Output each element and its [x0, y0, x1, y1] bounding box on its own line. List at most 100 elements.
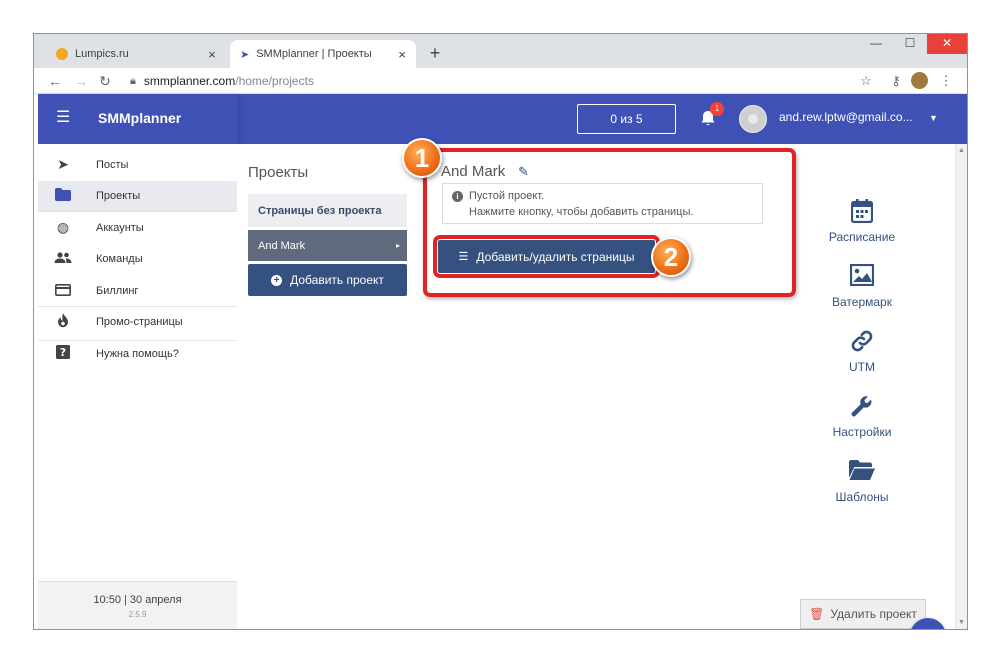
user-avatar[interactable]	[739, 105, 767, 133]
link-icon	[822, 329, 902, 355]
smmplanner-favicon-icon: ➤	[240, 48, 250, 61]
user-email[interactable]: and.rew.lptw@gmail.co...	[779, 110, 913, 124]
sidebar-nav: ➤ Посты Проекты ◍ Аккаунты Команды Билли…	[38, 149, 237, 370]
app-top-bar: 0 из 5 1 and.rew.lptw@gmail.co... ▼	[237, 94, 967, 144]
project-item-label: And Mark	[258, 239, 306, 252]
page-scrollbar[interactable]: ▲ ▼	[955, 144, 967, 629]
sidebar-item-posts[interactable]: ➤ Посты	[38, 149, 237, 181]
url-host: smmplanner.com	[143, 74, 236, 88]
tool-settings[interactable]: Настройки	[822, 394, 902, 439]
menu-dots-icon[interactable]: ⋮	[937, 72, 955, 90]
sidebar-item-billing[interactable]: Биллинг	[38, 275, 237, 307]
credit-card-icon	[54, 283, 72, 299]
tool-label: Ватермарк	[832, 295, 892, 309]
lock-icon: 🔒︎	[130, 75, 136, 87]
sidebar-item-label: Биллинг	[96, 284, 139, 297]
browser-window: Lumpics.ru × ➤ SMMplanner | Проекты × + …	[34, 34, 967, 629]
folder-open-icon	[822, 459, 902, 485]
brand-logo-text: SMMplanner	[98, 110, 182, 126]
wrench-icon	[822, 394, 902, 420]
forward-arrow-icon[interactable]: →	[72, 72, 90, 90]
tool-watermark[interactable]: Ватермарк	[822, 263, 902, 309]
delete-project-label: Удалить проект	[830, 607, 917, 621]
divider	[38, 306, 237, 307]
team-icon	[54, 251, 72, 267]
tool-schedule[interactable]: Расписание	[822, 199, 902, 244]
sidebar-item-label: Проекты	[96, 190, 141, 203]
sidebar-item-help[interactable]: ? Нужна помощь?	[38, 338, 237, 370]
sidebar-item-promo[interactable]: Промо-страницы	[38, 307, 237, 339]
tab-title: SMMplanner | Проекты	[256, 48, 372, 60]
tool-label: UTM	[849, 360, 875, 374]
tool-label: Расписание	[828, 230, 896, 244]
projects-title: Проекты	[248, 164, 309, 181]
highlight-frame-button	[433, 235, 660, 278]
image-icon	[822, 263, 902, 290]
minimize-button[interactable]: —	[859, 34, 893, 54]
callout-step-1: 1	[402, 138, 442, 178]
pages-without-project-item[interactable]: Страницы без проекта	[248, 194, 407, 227]
project-list-item[interactable]: And Mark ▸	[248, 230, 407, 261]
smmplanner-app: 0 из 5 1 and.rew.lptw@gmail.co... ▼ ☰ SM…	[34, 94, 967, 629]
brand-bar: ☰ SMMplanner	[38, 94, 237, 144]
main-content: Проекты Страницы без проекта And Mark ▸ …	[237, 138, 955, 629]
tab-title: Lumpics.ru	[75, 48, 129, 60]
close-window-button[interactable]: ✕	[927, 34, 967, 54]
key-icon[interactable]: ⚷	[887, 72, 905, 90]
chevron-down-icon[interactable]: ▼	[929, 113, 938, 123]
paper-plane-icon: ➤	[57, 156, 69, 173]
add-project-button[interactable]: + Добавить проект	[248, 264, 407, 296]
tab-strip: Lumpics.ru × ➤ SMMplanner | Проекты × + …	[34, 34, 967, 68]
delete-project-button[interactable]: 🗑︎ Удалить проект	[800, 599, 926, 629]
url-field[interactable]: 🔒︎ smmplanner.com/home/projects	[130, 71, 314, 91]
url-path: /home/projects	[235, 74, 314, 88]
tab-smmplanner[interactable]: ➤ SMMplanner | Проекты ×	[230, 40, 416, 68]
hamburger-menu-icon[interactable]: ☰	[56, 110, 72, 126]
sidebar: ☰ SMMplanner ➤ Посты Проекты ◍ Аккаунты	[38, 94, 237, 629]
reload-icon[interactable]: ↻	[96, 72, 114, 90]
lumpics-favicon-icon	[56, 48, 68, 60]
sidebar-item-label: Промо-страницы	[96, 316, 183, 329]
sidebar-item-label: Нужна помощь?	[96, 347, 179, 360]
browser-window-frame: Lumpics.ru × ➤ SMMplanner | Проекты × + …	[33, 33, 968, 630]
folder-icon	[54, 188, 72, 204]
tab-lumpics[interactable]: Lumpics.ru ×	[48, 40, 226, 68]
projects-list: Страницы без проекта And Mark ▸ + Добави…	[248, 194, 407, 296]
sidebar-item-label: Посты	[96, 158, 129, 171]
notification-badge: 1	[710, 102, 724, 116]
back-arrow-icon[interactable]: ←	[46, 72, 64, 90]
sidebar-item-label: Команды	[96, 253, 143, 266]
maximize-button[interactable]: ☐	[893, 34, 927, 54]
chat-bubble-icon	[919, 627, 937, 629]
calendar-icon	[822, 199, 902, 225]
app-version: 2.5.9	[128, 610, 147, 619]
scroll-up-icon[interactable]: ▲	[958, 147, 965, 154]
new-tab-button[interactable]: +	[424, 42, 446, 64]
sidebar-item-teams[interactable]: Команды	[38, 244, 237, 276]
chevron-right-icon: ▸	[395, 241, 400, 250]
tab-close-icon[interactable]: ×	[204, 47, 220, 62]
tool-templates[interactable]: Шаблоны	[822, 459, 902, 504]
bookmark-star-icon[interactable]: ☆	[857, 72, 875, 90]
sidebar-item-projects[interactable]: Проекты	[38, 180, 237, 212]
accounts-icon: ◍	[56, 219, 70, 236]
add-project-label: Добавить проект	[290, 273, 384, 287]
footer-time: 10:50 | 30 апреля	[93, 594, 182, 606]
scroll-down-icon[interactable]: ▼	[958, 619, 965, 626]
divider	[38, 211, 237, 212]
plus-circle-icon: +	[271, 274, 283, 286]
profile-avatar-icon[interactable]	[911, 72, 928, 89]
svg-text:?: ?	[60, 346, 66, 359]
tool-label: Шаблоны	[835, 490, 889, 504]
tool-utm[interactable]: UTM	[822, 329, 902, 374]
sidebar-footer: 10:50 | 30 апреля 2.5.9	[38, 581, 237, 629]
divider	[38, 340, 237, 341]
trash-icon: 🗑︎	[809, 607, 825, 621]
tab-close-icon[interactable]: ×	[394, 47, 410, 62]
sidebar-item-label: Аккаунты	[96, 221, 144, 234]
fire-icon	[54, 313, 72, 331]
callout-step-2: 2	[651, 237, 691, 277]
post-counter-button[interactable]: 0 из 5	[577, 104, 676, 134]
address-bar: ← → ↻ 🔒︎ smmplanner.com/home/projects ☆ …	[34, 68, 967, 94]
sidebar-item-accounts[interactable]: ◍ Аккаунты	[38, 212, 237, 244]
